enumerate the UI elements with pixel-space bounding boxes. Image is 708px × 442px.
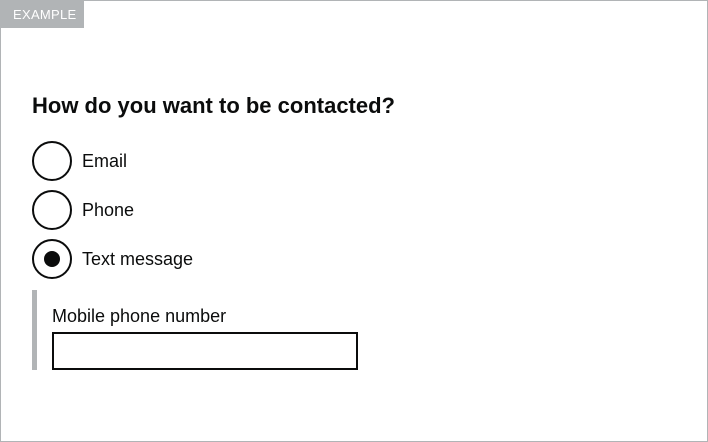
radio-button[interactable] <box>32 190 72 230</box>
conditional-reveal: Mobile phone number <box>32 290 392 370</box>
radio-option-text-message[interactable]: Text message <box>32 239 432 279</box>
radio-label-email[interactable]: Email <box>82 150 127 172</box>
radio-label-text-message[interactable]: Text message <box>82 248 193 270</box>
question-heading: How do you want to be contacted? <box>32 93 395 118</box>
radio-selected-dot <box>44 251 60 267</box>
mobile-phone-label: Mobile phone number <box>52 306 227 326</box>
radio-option-phone[interactable]: Phone <box>32 190 432 230</box>
mobile-phone-input[interactable] <box>52 332 358 370</box>
example-tag: EXAMPLE <box>1 1 84 28</box>
radio-option-email[interactable]: Email <box>32 141 432 181</box>
radio-button[interactable] <box>32 141 72 181</box>
example-frame: EXAMPLE How do you want to be contacted?… <box>0 0 708 442</box>
radio-label-phone[interactable]: Phone <box>82 199 134 221</box>
radio-button[interactable] <box>32 239 72 279</box>
